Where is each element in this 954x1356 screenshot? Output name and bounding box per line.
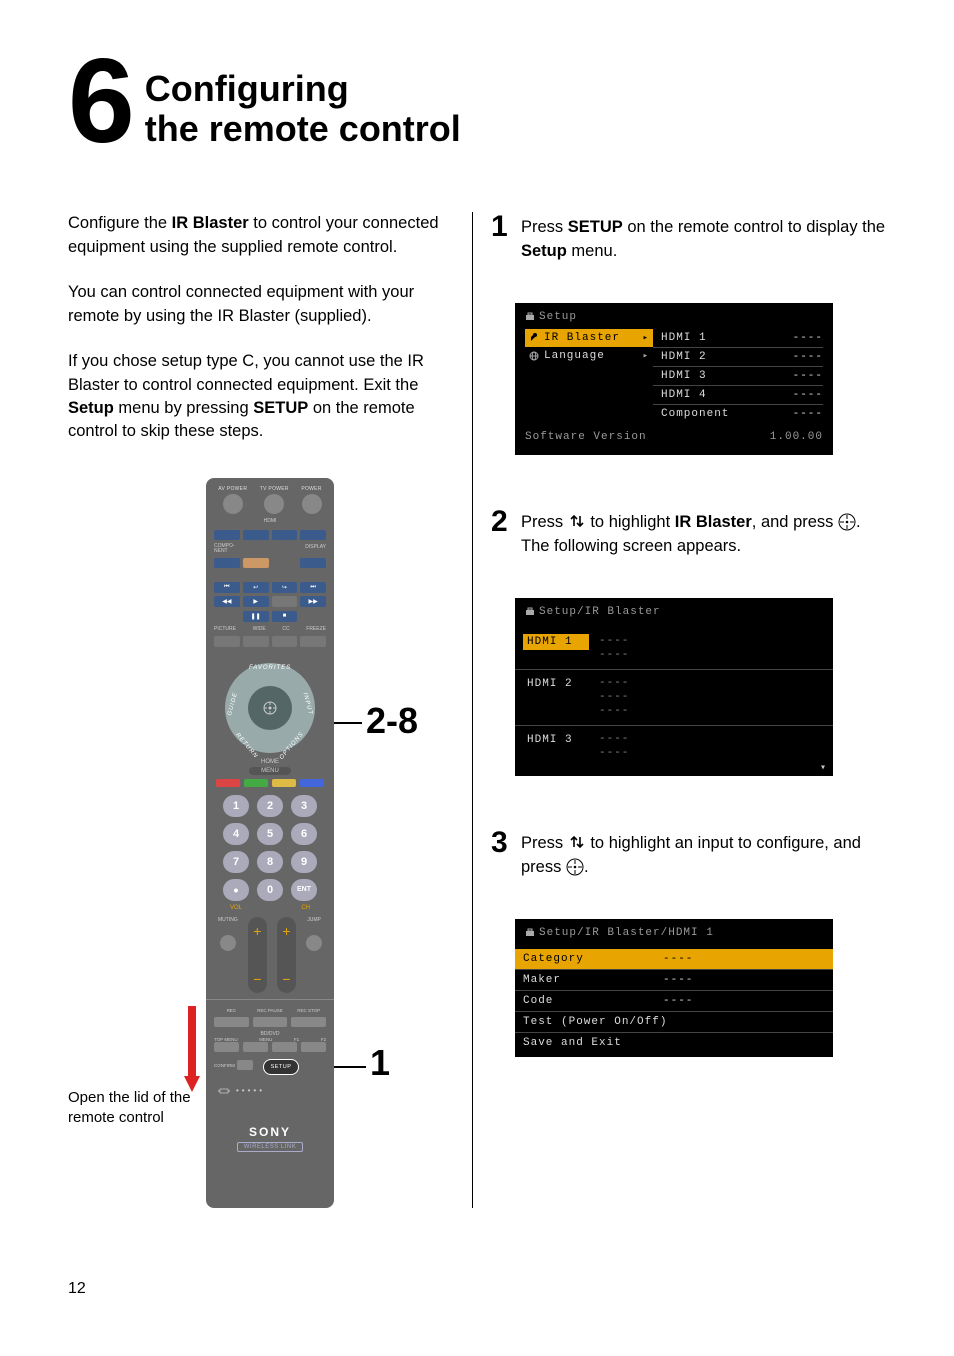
toolbox-icon (525, 928, 535, 938)
hdmi-1-button (214, 530, 240, 540)
callout-setup: 1 (370, 1042, 390, 1084)
wide-button (243, 636, 269, 647)
numkey-1: 1 (223, 795, 249, 817)
numkey-4: 4 (223, 823, 249, 845)
pause-button: ❚❚ (243, 611, 269, 622)
rec-stop-button (291, 1017, 326, 1027)
dpad: FAVORITES GUIDE INPUT RETURN OPTIONS (225, 663, 315, 753)
stop-button: ■ (272, 611, 298, 622)
section-header: 6 Configuring the remote control (68, 52, 886, 150)
replay-button: ↩ (243, 582, 269, 593)
step-number: 6 (68, 52, 131, 150)
up-down-arrow-icon (568, 512, 586, 530)
numkey-9: 9 (291, 851, 317, 873)
rec-button (214, 1017, 249, 1027)
sony-logo: SONY (214, 1125, 326, 1139)
cc-button (272, 636, 298, 647)
callout-dpad: 2-8 (366, 700, 418, 742)
ffwd-button: ▶▶ (300, 596, 326, 607)
rec-pause-button (253, 1017, 288, 1027)
setup-screen-1: Setup IR Blaster ▸ Language (515, 303, 833, 455)
toolbox-icon (525, 607, 535, 617)
play-button: ▶ (243, 596, 269, 607)
remote-illustration: AV POWER TV POWER POWER HDMI COMPO- NENT… (206, 478, 442, 1208)
step-1: 1 Press SETUP on the remote control to d… (491, 212, 886, 263)
volume-rocker: +− (248, 917, 267, 993)
hdmi-4-button (300, 530, 326, 540)
numkey-3: 3 (291, 795, 317, 817)
setup-screen-2: Setup/IR Blaster HDMI 1---- ---- HDMI 2-… (515, 598, 833, 776)
numkey-7: 7 (223, 851, 249, 873)
menu-item-language: Language ▸ (525, 347, 653, 365)
menu-label: MENU (249, 767, 291, 775)
menu-item-ir-blaster: IR Blaster ▸ (525, 329, 653, 347)
section-title: Configuring the remote control (145, 69, 461, 150)
toolbox-icon (525, 312, 535, 322)
up-down-arrow-icon (568, 833, 586, 851)
red-arrow-icon (182, 1006, 202, 1094)
enter-icon (838, 513, 856, 531)
picture-button (214, 636, 240, 647)
globe-icon (529, 351, 539, 361)
numkey-8: 8 (257, 851, 283, 873)
jump-button (306, 935, 322, 951)
theater-button (243, 558, 269, 568)
advance-button: ↪ (272, 582, 298, 593)
channel-rocker: +− (277, 917, 296, 993)
green-button (244, 779, 268, 787)
lid-caption: Open the lid of the remote control (68, 1088, 198, 1127)
step-2: 2 Press to highlight IR Blaster, and pre… (491, 507, 886, 558)
component-button (214, 558, 240, 568)
rewind-button: ◀◀ (214, 596, 240, 607)
display-button (300, 558, 326, 568)
numkey-0: 0 (257, 879, 283, 901)
blue-button (300, 779, 324, 787)
page-number: 12 (68, 1280, 86, 1298)
setup-button: SETUP (263, 1059, 299, 1075)
prev-button: ⏮ (214, 582, 240, 593)
right-column: 1 Press SETUP on the remote control to d… (472, 212, 886, 1207)
wireless-link-label: WIRELESS LINK (237, 1142, 303, 1152)
av-power-button (223, 494, 243, 514)
hdmi-2-button (243, 530, 269, 540)
enter-icon (566, 858, 584, 876)
next-button: ⏭ (300, 582, 326, 593)
intro-paragraph-1: Configure the IR Blaster to control your… (68, 212, 442, 259)
yellow-button (272, 779, 296, 787)
link-icon (218, 1085, 230, 1097)
power-button (302, 494, 322, 514)
numkey-ent: ENT (291, 879, 317, 901)
step-3: 3 Press to highlight an input to configu… (491, 828, 886, 879)
red-button (216, 779, 240, 787)
numkey-2: 2 (257, 795, 283, 817)
intro-paragraph-3: If you chose setup type C, you cannot us… (68, 350, 442, 444)
hdmi-3-button (272, 530, 298, 540)
numkey-5: 5 (257, 823, 283, 845)
muting-button (220, 935, 236, 951)
scroll-down-icon: ▾ (515, 762, 833, 776)
numkey-6: 6 (291, 823, 317, 845)
freeze-button (300, 636, 326, 647)
tv-power-button (264, 494, 284, 514)
left-column: Configure the IR Blaster to control your… (68, 212, 472, 1207)
setup-screen-3: Setup/IR Blaster/HDMI 1 Category---- Mak… (515, 919, 833, 1057)
wrench-icon (529, 333, 539, 343)
dpad-enter (248, 686, 292, 730)
intro-paragraph-2: You can control connected equipment with… (68, 281, 442, 328)
numkey-dot: • (223, 879, 249, 901)
